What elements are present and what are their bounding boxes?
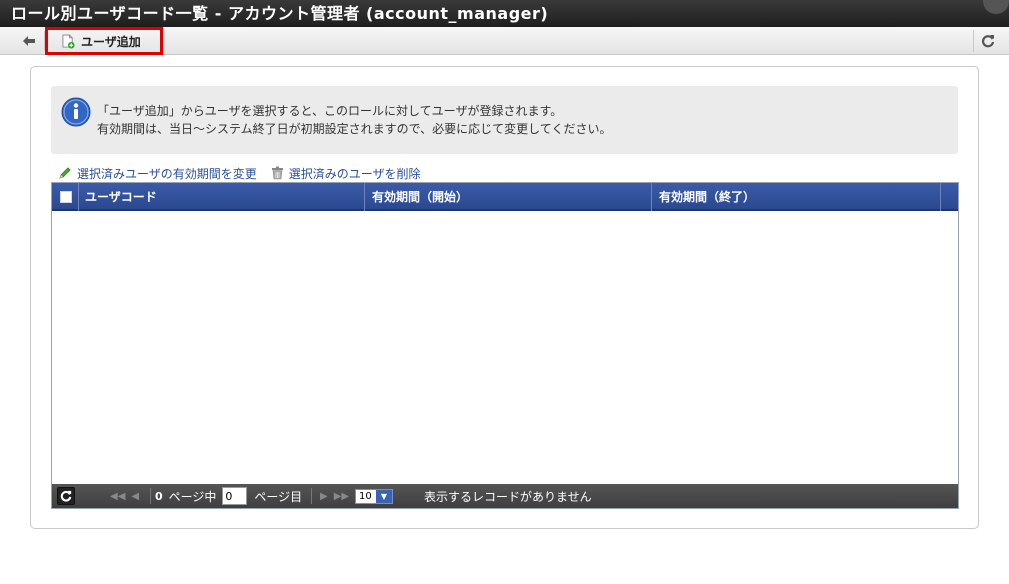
edit-period-label: 選択済みユーザの有効期間を変更 <box>77 166 257 181</box>
edit-period-link[interactable]: 選択済みユーザの有効期間を変更 <box>58 165 257 182</box>
column-separator <box>940 183 941 211</box>
refresh-icon <box>981 35 994 48</box>
column-header-valid-start[interactable]: 有効期間（開始） <box>372 183 468 211</box>
window-titlebar: ロール別ユーザコード一覧 - アカウント管理者 (account_manager… <box>0 0 1009 27</box>
arrow-left-icon <box>23 36 35 46</box>
page-suffix-label: ページ目 <box>254 489 303 504</box>
grid-pager: ◀◀ ◀ 0 ページ中 ページ目 ▶ ▶▶ 10 ▼ <box>52 484 958 508</box>
window-corner-control <box>983 0 1009 14</box>
info-text-line1: 「ユーザ追加」からユーザを選択すると、このロールに対してユーザが登録されます。 <box>97 104 563 118</box>
last-page-icon[interactable]: ▶▶ <box>334 491 349 502</box>
page-size-value: 10 <box>359 490 372 502</box>
column-separator <box>78 183 79 211</box>
info-text-line2: 有効期間は、当日～システム終了日が初期設定されますので、必要に応じて変更してくだ… <box>97 122 612 136</box>
pager-separator <box>311 488 312 504</box>
delete-users-label: 選択済みのユーザを削除 <box>288 166 421 181</box>
info-message-box: 「ユーザ追加」からユーザを選択すると、このロールに対してユーザが登録されます。 … <box>51 86 958 154</box>
column-separator <box>651 183 652 211</box>
pager-separator <box>150 488 151 504</box>
pager-refresh-button[interactable] <box>57 487 75 505</box>
total-pages: 0 <box>155 489 163 503</box>
trash-icon <box>271 166 283 180</box>
window-title: ロール別ユーザコード一覧 - アカウント管理者 (account_manager… <box>11 4 549 23</box>
column-separator <box>364 183 365 211</box>
add-user-button[interactable]: ユーザ追加 <box>45 27 163 55</box>
content-panel: 「ユーザ追加」からユーザを選択すると、このロールに対してユーザが登録されます。 … <box>30 66 979 529</box>
select-all-checkbox[interactable] <box>60 191 72 203</box>
refresh-icon <box>60 490 72 502</box>
chevron-down-icon: ▼ <box>376 489 392 503</box>
refresh-button[interactable] <box>973 30 1001 52</box>
add-user-label: ユーザ追加 <box>81 34 141 49</box>
prev-page-icon[interactable]: ◀ <box>131 491 139 502</box>
user-code-grid: ユーザコード 有効期間（開始） 有効期間（終了） ◀◀ ◀ 0 ページ中 0 ペ… <box>51 182 959 509</box>
back-button[interactable] <box>14 31 44 51</box>
page-number-input[interactable] <box>222 487 248 505</box>
toolbar: ユーザ追加 <box>0 27 1009 55</box>
next-page-icon[interactable]: ▶ <box>320 491 328 502</box>
pager-status: 表示するレコードがありません <box>424 489 592 504</box>
grid-actions: 選択済みユーザの有効期間を変更 選択済みのユーザを削除 <box>58 165 435 181</box>
page-of-label: ページ中 <box>168 489 217 504</box>
column-header-valid-end[interactable]: 有効期間（終了） <box>659 183 755 211</box>
delete-users-link[interactable]: 選択済みのユーザを削除 <box>271 165 421 182</box>
first-page-icon[interactable]: ◀◀ <box>110 491 125 502</box>
add-document-icon <box>62 34 75 48</box>
column-header-user-code[interactable]: ユーザコード <box>85 183 157 211</box>
page-size-select[interactable]: 10 ▼ <box>355 488 393 504</box>
pencil-icon <box>59 167 71 179</box>
grid-header: ユーザコード 有効期間（開始） 有効期間（終了） <box>52 183 958 211</box>
info-icon <box>61 97 91 127</box>
